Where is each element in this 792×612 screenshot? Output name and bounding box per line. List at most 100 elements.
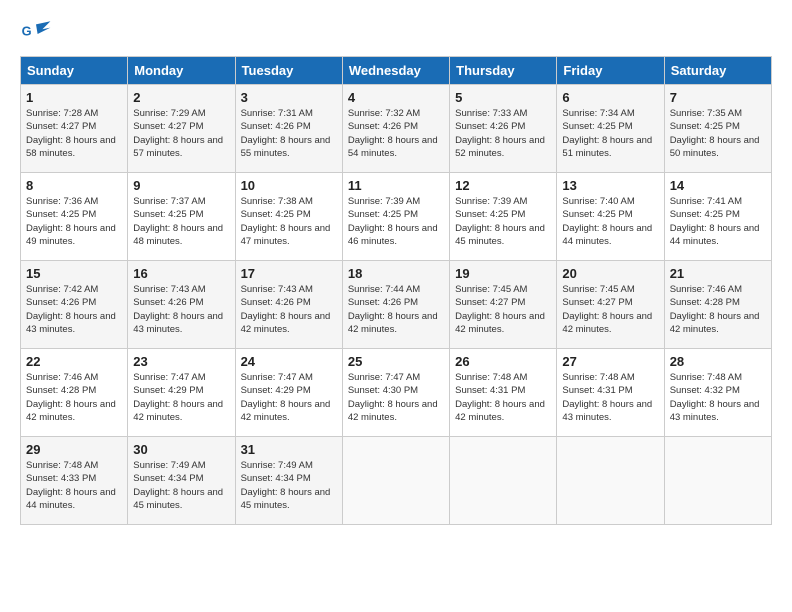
calendar-cell: 5 Sunrise: 7:33 AM Sunset: 4:26 PM Dayli…	[450, 85, 557, 173]
calendar: SundayMondayTuesdayWednesdayThursdayFrid…	[20, 56, 772, 525]
day-number: 9	[133, 178, 229, 193]
day-info: Sunrise: 7:32 AM Sunset: 4:26 PM Dayligh…	[348, 107, 444, 160]
calendar-week-2: 8 Sunrise: 7:36 AM Sunset: 4:25 PM Dayli…	[21, 173, 772, 261]
calendar-cell: 30 Sunrise: 7:49 AM Sunset: 4:34 PM Dayl…	[128, 437, 235, 525]
calendar-cell: 9 Sunrise: 7:37 AM Sunset: 4:25 PM Dayli…	[128, 173, 235, 261]
logo-icon: G	[20, 18, 52, 50]
calendar-cell: 11 Sunrise: 7:39 AM Sunset: 4:25 PM Dayl…	[342, 173, 449, 261]
day-number: 15	[26, 266, 122, 281]
day-info: Sunrise: 7:49 AM Sunset: 4:34 PM Dayligh…	[133, 459, 229, 512]
calendar-cell: 2 Sunrise: 7:29 AM Sunset: 4:27 PM Dayli…	[128, 85, 235, 173]
calendar-header-wednesday: Wednesday	[342, 57, 449, 85]
calendar-cell: 16 Sunrise: 7:43 AM Sunset: 4:26 PM Dayl…	[128, 261, 235, 349]
calendar-cell: 28 Sunrise: 7:48 AM Sunset: 4:32 PM Dayl…	[664, 349, 771, 437]
day-info: Sunrise: 7:43 AM Sunset: 4:26 PM Dayligh…	[133, 283, 229, 336]
day-number: 4	[348, 90, 444, 105]
calendar-cell: 8 Sunrise: 7:36 AM Sunset: 4:25 PM Dayli…	[21, 173, 128, 261]
calendar-cell: 4 Sunrise: 7:32 AM Sunset: 4:26 PM Dayli…	[342, 85, 449, 173]
calendar-cell: 20 Sunrise: 7:45 AM Sunset: 4:27 PM Dayl…	[557, 261, 664, 349]
day-info: Sunrise: 7:29 AM Sunset: 4:27 PM Dayligh…	[133, 107, 229, 160]
day-number: 29	[26, 442, 122, 457]
calendar-header-row: SundayMondayTuesdayWednesdayThursdayFrid…	[21, 57, 772, 85]
calendar-week-3: 15 Sunrise: 7:42 AM Sunset: 4:26 PM Dayl…	[21, 261, 772, 349]
day-number: 10	[241, 178, 337, 193]
day-number: 13	[562, 178, 658, 193]
calendar-week-1: 1 Sunrise: 7:28 AM Sunset: 4:27 PM Dayli…	[21, 85, 772, 173]
day-number: 1	[26, 90, 122, 105]
day-info: Sunrise: 7:49 AM Sunset: 4:34 PM Dayligh…	[241, 459, 337, 512]
day-info: Sunrise: 7:48 AM Sunset: 4:31 PM Dayligh…	[455, 371, 551, 424]
day-info: Sunrise: 7:47 AM Sunset: 4:30 PM Dayligh…	[348, 371, 444, 424]
calendar-cell: 13 Sunrise: 7:40 AM Sunset: 4:25 PM Dayl…	[557, 173, 664, 261]
calendar-cell: 18 Sunrise: 7:44 AM Sunset: 4:26 PM Dayl…	[342, 261, 449, 349]
day-number: 20	[562, 266, 658, 281]
day-number: 3	[241, 90, 337, 105]
svg-text:G: G	[22, 24, 32, 39]
day-number: 18	[348, 266, 444, 281]
day-number: 19	[455, 266, 551, 281]
day-info: Sunrise: 7:41 AM Sunset: 4:25 PM Dayligh…	[670, 195, 766, 248]
day-info: Sunrise: 7:42 AM Sunset: 4:26 PM Dayligh…	[26, 283, 122, 336]
calendar-cell: 26 Sunrise: 7:48 AM Sunset: 4:31 PM Dayl…	[450, 349, 557, 437]
calendar-cell: 7 Sunrise: 7:35 AM Sunset: 4:25 PM Dayli…	[664, 85, 771, 173]
day-number: 26	[455, 354, 551, 369]
calendar-cell	[450, 437, 557, 525]
calendar-cell	[664, 437, 771, 525]
calendar-cell: 24 Sunrise: 7:47 AM Sunset: 4:29 PM Dayl…	[235, 349, 342, 437]
calendar-cell: 25 Sunrise: 7:47 AM Sunset: 4:30 PM Dayl…	[342, 349, 449, 437]
day-info: Sunrise: 7:47 AM Sunset: 4:29 PM Dayligh…	[241, 371, 337, 424]
day-number: 2	[133, 90, 229, 105]
calendar-cell: 19 Sunrise: 7:45 AM Sunset: 4:27 PM Dayl…	[450, 261, 557, 349]
day-info: Sunrise: 7:48 AM Sunset: 4:33 PM Dayligh…	[26, 459, 122, 512]
calendar-cell: 6 Sunrise: 7:34 AM Sunset: 4:25 PM Dayli…	[557, 85, 664, 173]
day-info: Sunrise: 7:48 AM Sunset: 4:31 PM Dayligh…	[562, 371, 658, 424]
day-number: 27	[562, 354, 658, 369]
calendar-cell	[557, 437, 664, 525]
calendar-cell: 29 Sunrise: 7:48 AM Sunset: 4:33 PM Dayl…	[21, 437, 128, 525]
day-info: Sunrise: 7:38 AM Sunset: 4:25 PM Dayligh…	[241, 195, 337, 248]
day-number: 21	[670, 266, 766, 281]
calendar-cell: 14 Sunrise: 7:41 AM Sunset: 4:25 PM Dayl…	[664, 173, 771, 261]
calendar-cell: 23 Sunrise: 7:47 AM Sunset: 4:29 PM Dayl…	[128, 349, 235, 437]
day-info: Sunrise: 7:36 AM Sunset: 4:25 PM Dayligh…	[26, 195, 122, 248]
day-number: 8	[26, 178, 122, 193]
day-info: Sunrise: 7:47 AM Sunset: 4:29 PM Dayligh…	[133, 371, 229, 424]
calendar-cell: 1 Sunrise: 7:28 AM Sunset: 4:27 PM Dayli…	[21, 85, 128, 173]
day-info: Sunrise: 7:28 AM Sunset: 4:27 PM Dayligh…	[26, 107, 122, 160]
day-info: Sunrise: 7:46 AM Sunset: 4:28 PM Dayligh…	[26, 371, 122, 424]
calendar-header-tuesday: Tuesday	[235, 57, 342, 85]
day-info: Sunrise: 7:45 AM Sunset: 4:27 PM Dayligh…	[562, 283, 658, 336]
calendar-cell: 10 Sunrise: 7:38 AM Sunset: 4:25 PM Dayl…	[235, 173, 342, 261]
calendar-cell: 22 Sunrise: 7:46 AM Sunset: 4:28 PM Dayl…	[21, 349, 128, 437]
day-number: 17	[241, 266, 337, 281]
calendar-cell: 27 Sunrise: 7:48 AM Sunset: 4:31 PM Dayl…	[557, 349, 664, 437]
day-number: 28	[670, 354, 766, 369]
calendar-header-thursday: Thursday	[450, 57, 557, 85]
day-number: 22	[26, 354, 122, 369]
day-number: 7	[670, 90, 766, 105]
day-info: Sunrise: 7:35 AM Sunset: 4:25 PM Dayligh…	[670, 107, 766, 160]
calendar-cell	[342, 437, 449, 525]
day-info: Sunrise: 7:43 AM Sunset: 4:26 PM Dayligh…	[241, 283, 337, 336]
calendar-week-4: 22 Sunrise: 7:46 AM Sunset: 4:28 PM Dayl…	[21, 349, 772, 437]
calendar-cell: 21 Sunrise: 7:46 AM Sunset: 4:28 PM Dayl…	[664, 261, 771, 349]
day-info: Sunrise: 7:39 AM Sunset: 4:25 PM Dayligh…	[455, 195, 551, 248]
day-number: 14	[670, 178, 766, 193]
calendar-header-sunday: Sunday	[21, 57, 128, 85]
calendar-cell: 31 Sunrise: 7:49 AM Sunset: 4:34 PM Dayl…	[235, 437, 342, 525]
day-info: Sunrise: 7:45 AM Sunset: 4:27 PM Dayligh…	[455, 283, 551, 336]
page: G SundayMondayTuesdayWednesdayThursdayFr…	[0, 0, 792, 612]
calendar-week-5: 29 Sunrise: 7:48 AM Sunset: 4:33 PM Dayl…	[21, 437, 772, 525]
logo: G	[20, 18, 56, 50]
day-number: 23	[133, 354, 229, 369]
day-info: Sunrise: 7:46 AM Sunset: 4:28 PM Dayligh…	[670, 283, 766, 336]
day-number: 16	[133, 266, 229, 281]
calendar-cell: 15 Sunrise: 7:42 AM Sunset: 4:26 PM Dayl…	[21, 261, 128, 349]
day-number: 6	[562, 90, 658, 105]
header: G	[20, 18, 772, 50]
day-info: Sunrise: 7:37 AM Sunset: 4:25 PM Dayligh…	[133, 195, 229, 248]
day-info: Sunrise: 7:31 AM Sunset: 4:26 PM Dayligh…	[241, 107, 337, 160]
day-info: Sunrise: 7:44 AM Sunset: 4:26 PM Dayligh…	[348, 283, 444, 336]
calendar-cell: 17 Sunrise: 7:43 AM Sunset: 4:26 PM Dayl…	[235, 261, 342, 349]
calendar-cell: 3 Sunrise: 7:31 AM Sunset: 4:26 PM Dayli…	[235, 85, 342, 173]
